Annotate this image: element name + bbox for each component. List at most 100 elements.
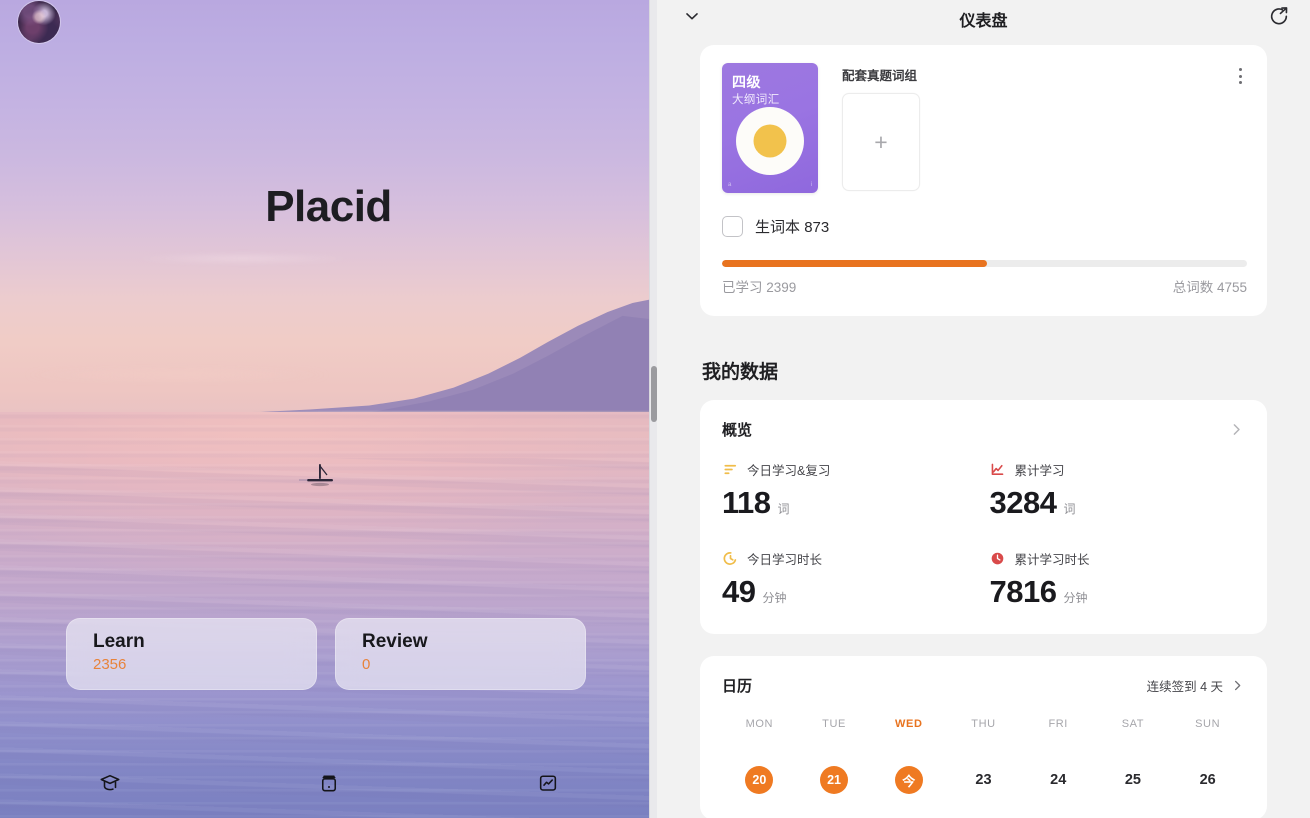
stat-name: 累计学习时长 <box>1014 553 1090 567</box>
vocab-book-label: 生词本 873 <box>755 216 829 237</box>
review-label: Review <box>362 631 428 652</box>
nav-study-button[interactable] <box>0 772 219 794</box>
stat-today-duration: 今日学习时长 49 分钟 <box>722 549 978 610</box>
chevron-right-icon[interactable] <box>1228 421 1245 438</box>
vocab-book-count: 873 <box>804 219 830 236</box>
cloud-wisp <box>131 253 355 263</box>
learn-count: 2356 <box>93 655 127 673</box>
stat-unit: 词 <box>1063 502 1076 516</box>
stat-value-row: 49 分钟 <box>722 574 978 610</box>
bar-lines-icon <box>722 462 738 478</box>
stat-unit: 词 <box>777 502 790 516</box>
calendar-header: 日历 连续签到 4 天 <box>722 675 1245 696</box>
stat-label-row: 今日学习&复习 <box>722 460 978 479</box>
learned-label: 已学习 2399 <box>722 280 797 295</box>
app-window: Placid Learn 2356 Review 0 仪表盘 四级 大纲词汇 a… <box>0 0 1310 818</box>
weekday-label: WED <box>895 718 923 730</box>
stat-value-row: 118 词 <box>722 485 978 521</box>
calendar-day[interactable]: 25 <box>1119 766 1147 794</box>
book-cover[interactable]: 四级 大纲词汇 a i <box>722 63 818 193</box>
stat-label-row: 累计学习 <box>990 460 1246 479</box>
stat-name: 累计学习 <box>1014 464 1065 478</box>
calendar-day-today[interactable]: 今 <box>894 766 923 794</box>
stat-label-row: 累计学习时长 <box>990 549 1246 568</box>
weekday-header-row: MON TUE WED THU FRI SAT SUN <box>722 718 1245 730</box>
dashboard-body: 四级 大纲词汇 a i 配套真题词组 + 生词本 873 已学习 2399 总词… <box>657 37 1310 818</box>
stat-value: 49 <box>722 574 756 609</box>
calendar-day[interactable]: 23 <box>969 766 997 794</box>
book-cover-line2: 大纲词汇 <box>732 94 780 106</box>
trend-line-icon <box>990 462 1006 478</box>
streak-label: 连续签到 4 天 <box>1146 680 1223 694</box>
calendar-title: 日历 <box>722 678 753 695</box>
my-data-title: 我的数据 <box>702 362 779 383</box>
moon-clock-icon <box>722 551 738 567</box>
vocab-book-name: 生词本 <box>755 219 801 236</box>
streak-button[interactable]: 连续签到 4 天 <box>1147 676 1245 695</box>
calendar-day-row: 20 21 今 23 24 25 26 <box>722 752 1245 794</box>
book-cover-line1: 四级 <box>732 74 761 90</box>
egg-yolk-shape <box>753 124 787 158</box>
weekday-label: TUE <box>822 718 846 730</box>
chart-icon <box>537 772 559 794</box>
share-refresh-icon <box>1268 5 1290 32</box>
stat-grid: 今日学习&复习 118 词 累计学习 3284 词 今日学习时长 49 分钟 累… <box>722 460 1245 610</box>
weekday-label: SUN <box>1195 718 1221 730</box>
share-button[interactable] <box>1264 4 1294 34</box>
vocab-book-checkbox[interactable] <box>722 216 743 237</box>
weekday-label: THU <box>971 718 996 730</box>
overview-title: 概览 <box>722 422 753 439</box>
stat-unit: 分钟 <box>1063 591 1088 605</box>
stat-name: 今日学习&复习 <box>747 464 831 478</box>
avatar[interactable] <box>18 1 60 43</box>
calendar-day[interactable]: 26 <box>1194 766 1222 794</box>
add-wordgroup-button[interactable]: + <box>842 93 920 191</box>
progress-fill <box>722 260 988 267</box>
stat-value: 118 <box>722 485 771 520</box>
calendar-cell: 23 <box>946 766 1021 794</box>
progress-labels: 已学习 2399 总词数 4755 <box>722 276 1247 296</box>
dashboard-pane: 仪表盘 四级 大纲词汇 a i 配套真题词组 + 生词本 873 已学习 239… <box>657 0 1310 818</box>
weekday-label: SAT <box>1121 718 1145 730</box>
graduation-cap-icon <box>99 772 121 794</box>
dashboard-title: 仪表盘 <box>959 12 1008 30</box>
calendar-cell: 24 <box>1021 766 1096 794</box>
calendar-day[interactable]: 24 <box>1044 766 1072 794</box>
stat-value: 3284 <box>989 485 1057 520</box>
nav-statistics-button[interactable] <box>438 772 657 794</box>
progress-track <box>722 260 1247 267</box>
weekday-label: FRI <box>1048 718 1068 730</box>
wordbook-card: 四级 大纲词汇 a i 配套真题词组 + 生词本 873 已学习 2399 总词… <box>700 45 1267 316</box>
vocab-book-row[interactable]: 生词本 873 <box>722 216 1247 237</box>
bottom-navigation <box>0 772 657 794</box>
archive-box-icon <box>318 772 340 794</box>
plus-icon: + <box>874 128 888 155</box>
overview-header[interactable]: 概览 <box>722 419 1245 440</box>
chevron-down-icon <box>682 6 702 31</box>
mountain-headland <box>249 297 657 413</box>
paddleboarder-silhouette <box>298 462 345 490</box>
calendar-cell: 25 <box>1096 766 1171 794</box>
companion-label: 配套真题词组 <box>842 69 918 83</box>
companion-section: 配套真题词组 + <box>842 63 1247 191</box>
review-button[interactable]: Review 0 <box>335 618 586 690</box>
review-count: 0 <box>362 655 371 673</box>
chevron-right-icon[interactable] <box>1230 678 1245 693</box>
kebab-menu-icon[interactable] <box>1231 65 1249 87</box>
calendar-cell: 26 <box>1170 766 1245 794</box>
stat-value: 7816 <box>989 574 1057 609</box>
total-label: 总词数 4755 <box>1172 280 1247 295</box>
stat-value-row: 3284 词 <box>990 485 1246 521</box>
page-title: Placid <box>265 182 392 231</box>
calendar-day[interactable]: 20 <box>745 766 774 794</box>
stat-total-duration: 累计学习时长 7816 分钟 <box>990 549 1246 610</box>
calendar-day[interactable]: 21 <box>820 766 849 794</box>
scrollbar-track[interactable] <box>649 0 657 818</box>
collapse-button[interactable] <box>677 4 707 34</box>
stat-unit: 分钟 <box>762 591 787 605</box>
stat-total-learn: 累计学习 3284 词 <box>990 460 1246 521</box>
book-cover-corner-right: i <box>810 182 812 188</box>
calendar-cell: 21 <box>797 766 872 794</box>
learn-button[interactable]: Learn 2356 <box>66 618 317 690</box>
nav-library-button[interactable] <box>219 772 438 794</box>
